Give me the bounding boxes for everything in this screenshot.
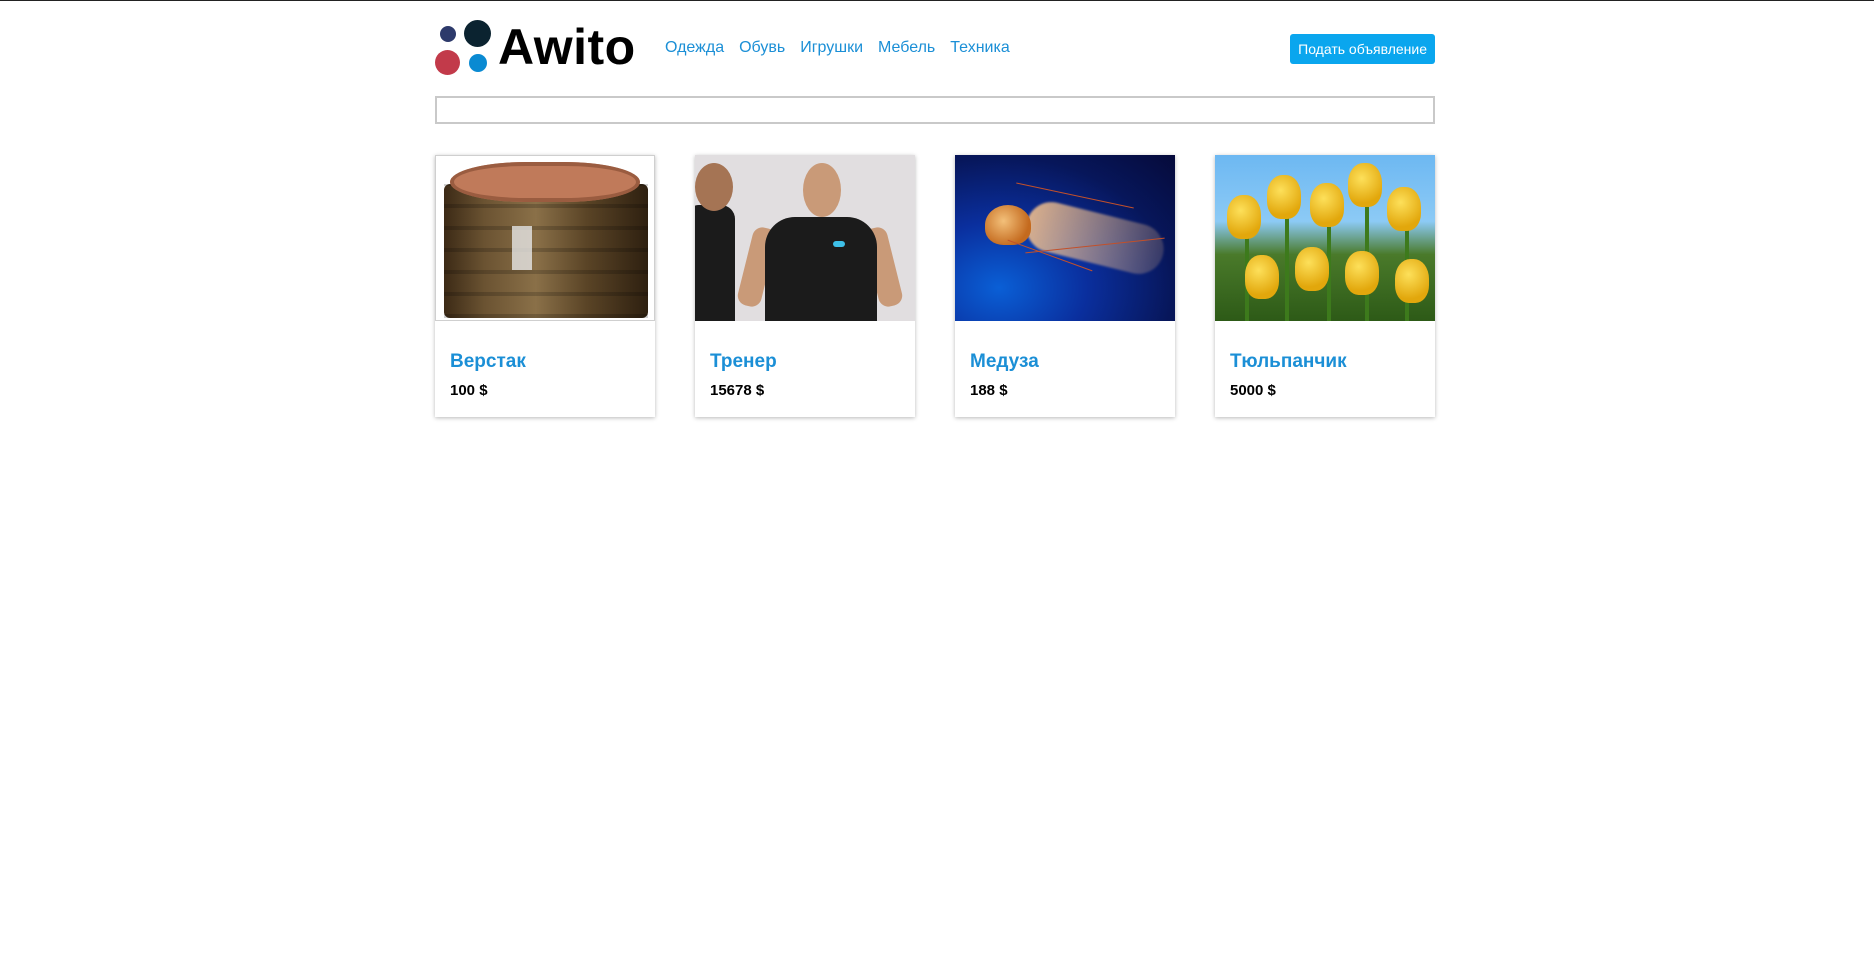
post-ad-button[interactable]: Подать объявление [1290,34,1435,64]
awito-logo[interactable]: Awito [435,19,636,76]
nav-link-clothing[interactable]: Одежда [665,39,724,57]
listing-title[interactable]: Медуза [970,351,1175,373]
listing-card[interactable]: Медуза 188 $ [955,155,1175,417]
site-header: Awito Одежда Обувь Игрушки Мебель Техник… [435,1,1435,96]
listing-grid: Верстак 100 $ Тренер 15678 $ Медуза 188 … [435,155,1435,417]
crafting-table-image [435,155,655,321]
nav-link-toys[interactable]: Игрушки [800,39,863,57]
logo-dot-navy [440,26,456,42]
trainer-photo [695,155,915,321]
logo-dot-blue [469,54,487,72]
search-input[interactable] [435,96,1435,124]
nav-link-furniture[interactable]: Мебель [878,39,935,57]
category-nav: Одежда Обувь Игрушки Мебель Техника [665,39,1010,57]
nav-link-electronics[interactable]: Техника [950,39,1009,57]
listing-price: 188 $ [970,382,1008,399]
nav-link-shoes[interactable]: Обувь [739,39,785,57]
listing-price: 15678 $ [710,382,765,399]
page: Awito Одежда Обувь Игрушки Мебель Техник… [435,1,1435,417]
logo-wordmark: Awito [498,19,636,75]
listing-title[interactable]: Верстак [450,351,655,373]
jellyfish-photo [955,155,1175,321]
listing-price: 5000 $ [1230,382,1276,399]
listing-card[interactable]: Тренер 15678 $ [695,155,915,417]
listing-price: 100 $ [450,382,488,399]
tulips-photo [1215,155,1435,321]
listing-title[interactable]: Тренер [710,351,915,373]
listing-title[interactable]: Тюльпанчик [1230,351,1435,373]
listing-card[interactable]: Верстак 100 $ [435,155,655,417]
logo-dot-red [435,50,460,75]
logo-dot-dark [464,20,491,47]
listing-card[interactable]: Тюльпанчик 5000 $ [1215,155,1435,417]
